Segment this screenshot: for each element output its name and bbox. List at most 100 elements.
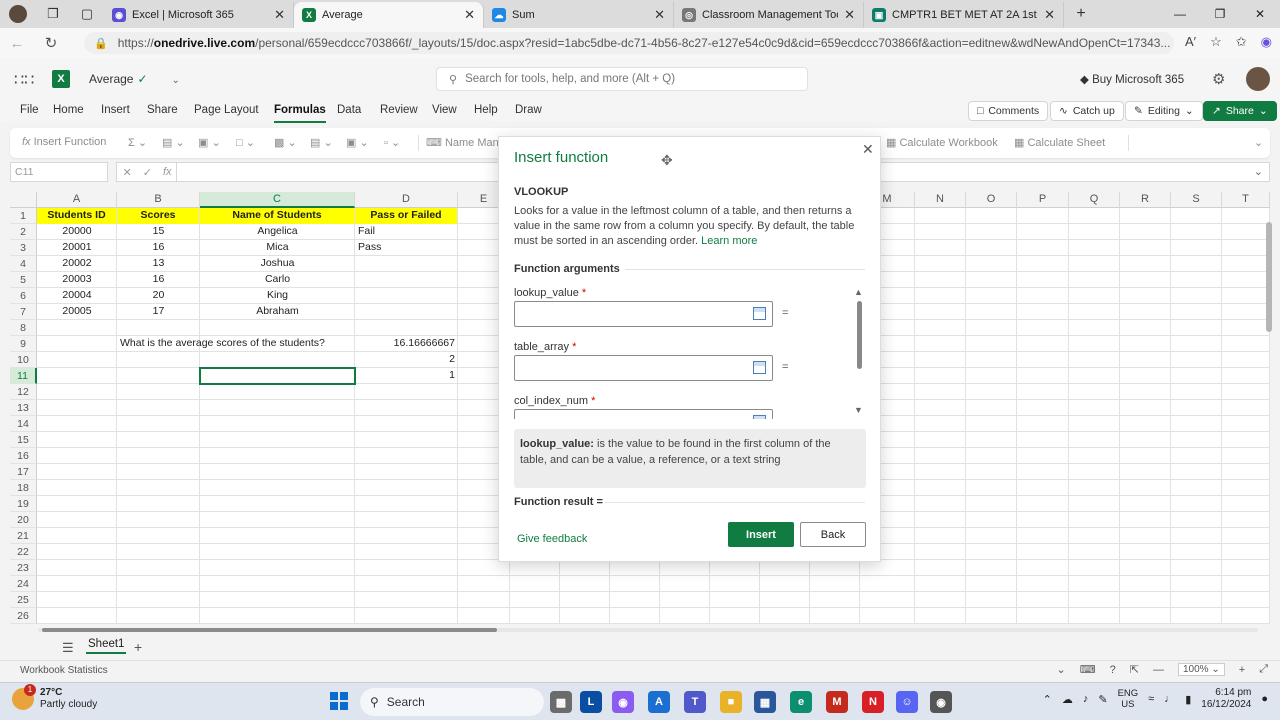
grid-cell[interactable] bbox=[1120, 224, 1171, 240]
grid-cell[interactable] bbox=[1017, 288, 1069, 304]
cancel-icon[interactable]: ✕ bbox=[123, 166, 132, 179]
menu-tab-file[interactable]: File bbox=[20, 104, 39, 116]
grid-cell[interactable] bbox=[915, 512, 966, 528]
browser-tab[interactable]: ▣ CMPTR1 BET MET AT 2A 1st Seme ✕ bbox=[864, 2, 1064, 28]
read-aloud-icon[interactable]: A′ bbox=[1185, 34, 1196, 50]
grid-cell[interactable] bbox=[1069, 496, 1120, 512]
ribbon-collapse-icon[interactable]: ⌄ bbox=[1254, 136, 1263, 149]
col-index-num-input[interactable] bbox=[514, 409, 773, 419]
grid-cell[interactable] bbox=[1222, 368, 1270, 384]
azure-icon[interactable]: A bbox=[648, 691, 670, 713]
grid-cell[interactable] bbox=[1069, 208, 1120, 224]
grid-cell[interactable] bbox=[1222, 608, 1270, 624]
grid-cell[interactable] bbox=[117, 592, 200, 608]
grid-cell[interactable] bbox=[510, 608, 560, 624]
column-header[interactable]: P bbox=[1017, 192, 1069, 208]
row-header[interactable]: 17 bbox=[10, 464, 37, 480]
grid-cell[interactable] bbox=[355, 480, 458, 496]
edge-icon[interactable]: e bbox=[790, 691, 812, 713]
grid-cell[interactable] bbox=[37, 432, 117, 448]
grid-cell[interactable] bbox=[1222, 288, 1270, 304]
grid-cell[interactable] bbox=[1171, 240, 1222, 256]
grid-cell[interactable] bbox=[37, 512, 117, 528]
antivirus-icon[interactable]: M bbox=[826, 691, 848, 713]
calculate-workbook-button[interactable]: ▦ Calculate Workbook bbox=[886, 136, 998, 149]
zoom-in-icon[interactable]: + bbox=[1239, 664, 1245, 676]
cell-value[interactable]: 2 bbox=[355, 352, 458, 368]
grid-cell[interactable] bbox=[1171, 336, 1222, 352]
grid-cell[interactable] bbox=[915, 480, 966, 496]
grid-cell[interactable] bbox=[355, 560, 458, 576]
grid-cell[interactable] bbox=[1120, 288, 1171, 304]
chevron-down-icon[interactable]: ⌄ bbox=[1254, 165, 1263, 178]
grid-cell[interactable] bbox=[966, 336, 1017, 352]
grid-cell[interactable] bbox=[117, 544, 200, 560]
grid-cell[interactable] bbox=[1120, 544, 1171, 560]
grid-cell[interactable] bbox=[200, 496, 355, 512]
question-text[interactable]: What is the average scores of the studen… bbox=[117, 336, 377, 352]
workspaces-icon[interactable]: ❐ bbox=[36, 0, 70, 28]
grid-cell[interactable] bbox=[355, 544, 458, 560]
grid-cell[interactable] bbox=[1069, 368, 1120, 384]
grid-cell[interactable] bbox=[1017, 368, 1069, 384]
cell-value[interactable] bbox=[355, 272, 458, 288]
range-select-icon[interactable] bbox=[753, 361, 766, 374]
grid-cell[interactable] bbox=[1120, 576, 1171, 592]
grid-cell[interactable] bbox=[966, 480, 1017, 496]
grid-cell[interactable] bbox=[1171, 576, 1222, 592]
grid-cell[interactable] bbox=[660, 576, 710, 592]
cell-value[interactable] bbox=[355, 256, 458, 272]
grid-cell[interactable] bbox=[915, 560, 966, 576]
scroll-up-icon[interactable]: ▲ bbox=[854, 287, 863, 297]
row-header[interactable]: 12 bbox=[10, 384, 37, 400]
sheet-tab[interactable]: Sheet1 bbox=[86, 638, 127, 654]
grid-cell[interactable] bbox=[1120, 352, 1171, 368]
grid-cell[interactable] bbox=[860, 592, 915, 608]
row-header[interactable]: 26 bbox=[10, 608, 37, 624]
maximize-icon[interactable]: ❐ bbox=[1200, 0, 1240, 28]
grid-cell[interactable] bbox=[1017, 384, 1069, 400]
grid-cell[interactable] bbox=[966, 464, 1017, 480]
grid-cell[interactable] bbox=[117, 608, 200, 624]
grid-cell[interactable] bbox=[1120, 416, 1171, 432]
grid-cell[interactable] bbox=[37, 336, 117, 352]
grid-cell[interactable] bbox=[710, 608, 760, 624]
obs-icon[interactable]: ◉ bbox=[930, 691, 952, 713]
grid-cell[interactable] bbox=[560, 560, 610, 576]
grid-cell[interactable] bbox=[710, 576, 760, 592]
grid-cell[interactable] bbox=[1017, 528, 1069, 544]
grid-cell[interactable] bbox=[915, 448, 966, 464]
grid-cell[interactable] bbox=[1120, 512, 1171, 528]
discord-icon[interactable]: ☺ bbox=[896, 691, 918, 713]
grid-cell[interactable] bbox=[915, 608, 966, 624]
grid-cell[interactable] bbox=[1222, 336, 1270, 352]
grid-cell[interactable] bbox=[1222, 560, 1270, 576]
row-header[interactable]: 13 bbox=[10, 400, 37, 416]
file-explorer-icon[interactable]: ■ bbox=[720, 691, 742, 713]
grid-cell[interactable] bbox=[915, 544, 966, 560]
grid-cell[interactable] bbox=[1069, 288, 1120, 304]
cell-value[interactable]: 13 bbox=[117, 256, 200, 272]
grid-cell[interactable] bbox=[1017, 320, 1069, 336]
editing-mode-button[interactable]: ✎ Editing ⌄ bbox=[1125, 101, 1203, 121]
grid-cell[interactable] bbox=[117, 384, 200, 400]
wifi-icon[interactable]: ≈ bbox=[1148, 693, 1154, 705]
help-icon[interactable]: ? bbox=[1110, 664, 1116, 676]
favorites-icon[interactable]: ✩ bbox=[1236, 34, 1247, 50]
grid-cell[interactable] bbox=[966, 208, 1017, 224]
grid-cell[interactable] bbox=[37, 496, 117, 512]
fit-icon[interactable]: ⇱ bbox=[1130, 663, 1139, 676]
grid-cell[interactable] bbox=[560, 608, 610, 624]
grid-cell[interactable] bbox=[966, 400, 1017, 416]
grid-cell[interactable] bbox=[915, 384, 966, 400]
grid-cell[interactable] bbox=[200, 560, 355, 576]
grid-cell[interactable] bbox=[660, 592, 710, 608]
grid-cell[interactable] bbox=[966, 368, 1017, 384]
table-array-input[interactable] bbox=[514, 355, 773, 381]
menu-tab-home[interactable]: Home bbox=[53, 104, 84, 116]
grid-cell[interactable] bbox=[1222, 320, 1270, 336]
autosum-button[interactable]: Σ ⌄ bbox=[128, 136, 147, 149]
grid-cell[interactable] bbox=[966, 496, 1017, 512]
grid-cell[interactable] bbox=[1069, 608, 1120, 624]
logical-button[interactable]: □ ⌄ bbox=[236, 136, 255, 149]
